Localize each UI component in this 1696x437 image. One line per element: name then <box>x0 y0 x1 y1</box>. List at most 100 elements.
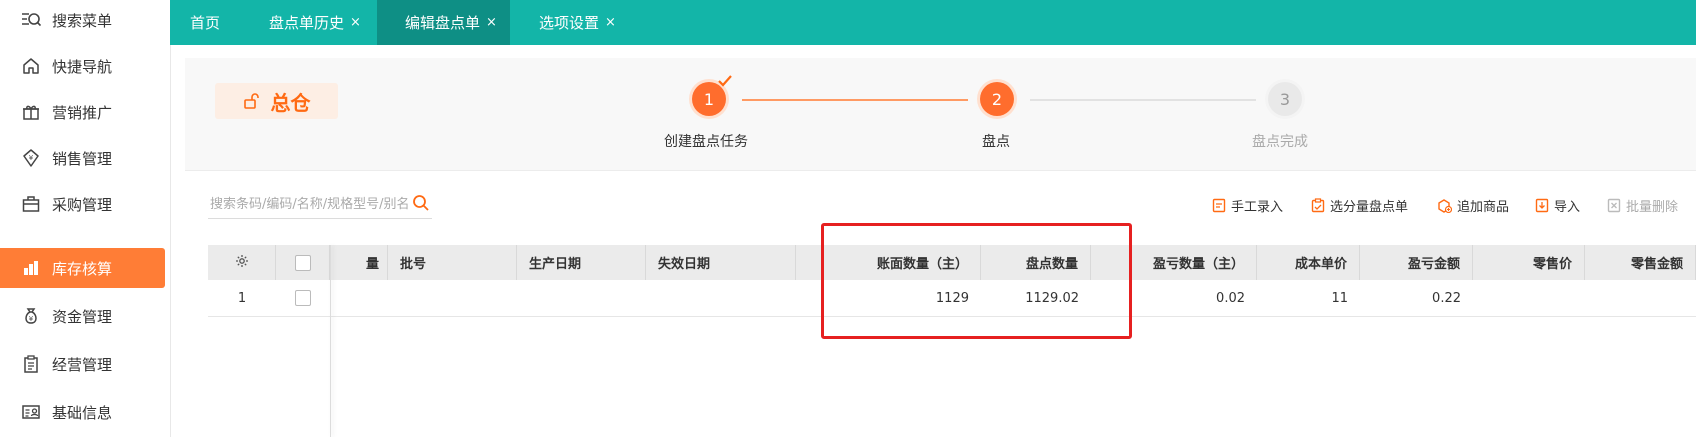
unlock-icon <box>243 92 261 110</box>
column-header-batch[interactable]: 批号 <box>388 245 517 280</box>
column-header: 量 <box>330 245 388 280</box>
sidebar-item-label: 销售管理 <box>52 149 113 168</box>
import-icon <box>1535 198 1549 213</box>
column-header-label: 生产日期 <box>529 257 582 272</box>
sidebar: 搜索菜单 快捷导航 营销推广 ¥ 销售管理 采购管理 库存核算 ¥ 资金管理 经… <box>0 0 171 437</box>
column-header-label: 批号 <box>400 257 427 272</box>
sidebar-item-label: 资金管理 <box>52 307 113 326</box>
clipboard-icon <box>20 353 42 375</box>
manual-entry-button[interactable]: 手工录入 <box>1212 196 1283 215</box>
row-index: 1 <box>237 290 247 306</box>
svg-text:¥: ¥ <box>29 315 34 323</box>
step-connector <box>1030 99 1256 101</box>
tab-home[interactable]: 首页 <box>190 0 220 45</box>
batch-delete-button[interactable]: 批量删除 <box>1607 196 1678 215</box>
tab-options[interactable]: 选项设置 × <box>539 0 616 45</box>
tab-history[interactable]: 盘点单历史 × <box>269 0 361 45</box>
search-input[interactable] <box>208 195 412 213</box>
warehouse-badge[interactable]: 总仓 <box>215 83 338 119</box>
search-icon[interactable] <box>412 194 430 216</box>
button-label: 追加商品 <box>1457 200 1510 215</box>
unit-cost-cell: 11 <box>1331 290 1348 306</box>
frozen-column-divider <box>330 245 331 437</box>
highlight-annotation-box <box>821 223 1132 339</box>
sales-icon: ¥ <box>20 147 42 169</box>
column-header-label: 盈亏数量（主） <box>1152 257 1244 272</box>
gift-icon <box>20 101 42 123</box>
sidebar-item-label: 库存核算 <box>52 259 113 278</box>
column-header-label: 零售价 <box>1532 257 1572 272</box>
column-header-label: 成本单价 <box>1294 257 1347 272</box>
select-batch-sheet-button[interactable]: 选分量盘点单 <box>1311 196 1408 215</box>
column-settings-header[interactable] <box>208 245 276 280</box>
close-icon[interactable]: × <box>486 15 497 30</box>
search-box <box>208 190 432 219</box>
tab-label: 选项设置 <box>539 14 600 32</box>
sidebar-item-purchase[interactable]: 采购管理 <box>0 184 170 224</box>
sidebar-item-label: 搜索菜单 <box>52 11 113 30</box>
sidebar-item-basic-info[interactable]: 基础信息 <box>0 392 170 432</box>
step-number: 2 <box>991 89 1003 109</box>
delete-icon <box>1607 198 1621 213</box>
tab-label: 首页 <box>190 14 221 32</box>
sidebar-item-label: 经营管理 <box>52 355 113 374</box>
sidebar-item-label: 采购管理 <box>52 195 113 214</box>
check-icon <box>717 74 733 92</box>
sidebar-item-label: 营销推广 <box>52 103 113 122</box>
tab-bar: 首页 盘点单历史 × 编辑盘点单 × 选项设置 × <box>170 0 1696 45</box>
column-header-difference-amount[interactable]: 盈亏金额 <box>1360 245 1473 280</box>
column-header-label: 盈亏金额 <box>1407 257 1460 272</box>
column-header-production-date[interactable]: 生产日期 <box>517 245 646 280</box>
add-box-icon <box>1437 198 1452 213</box>
close-icon[interactable]: × <box>350 15 361 30</box>
difference-amount-cell: 0.22 <box>1432 290 1461 306</box>
step-number: 3 <box>1279 89 1291 109</box>
column-header-expiry-date[interactable]: 失效日期 <box>646 245 796 280</box>
button-label: 导入 <box>1554 200 1581 215</box>
money-bag-icon: ¥ <box>20 305 42 327</box>
step-2-label: 盘点 <box>982 134 1010 150</box>
column-header-retail-amount[interactable]: 零售金额 <box>1585 245 1696 280</box>
sidebar-item-quick-nav[interactable]: 快捷导航 <box>0 46 170 86</box>
sidebar-item-funds[interactable]: ¥ 资金管理 <box>0 296 170 336</box>
column-header-label: 失效日期 <box>658 257 711 272</box>
sidebar-item-search-menu[interactable]: 搜索菜单 <box>0 0 170 40</box>
home-icon <box>20 55 42 77</box>
column-header-label: 零售金额 <box>1630 257 1683 272</box>
sidebar-item-sales[interactable]: ¥ 销售管理 <box>0 138 170 178</box>
button-label: 批量删除 <box>1626 200 1679 215</box>
search-menu-icon <box>20 9 42 31</box>
briefcase-icon <box>20 193 42 215</box>
column-header-retail-price[interactable]: 零售价 <box>1473 245 1585 280</box>
tab-label: 盘点单历史 <box>269 14 345 32</box>
sidebar-item-inventory[interactable]: 库存核算 <box>0 248 165 288</box>
sidebar-item-operations[interactable]: 经营管理 <box>0 344 170 384</box>
select-all-header <box>276 245 330 280</box>
button-label: 手工录入 <box>1231 200 1284 215</box>
close-icon[interactable]: × <box>605 15 616 30</box>
sidebar-item-label: 基础信息 <box>52 403 113 422</box>
clipboard-check-icon <box>1311 198 1325 213</box>
gear-icon[interactable] <box>235 254 249 272</box>
step-number: 1 <box>703 89 715 109</box>
tab-edit[interactable]: 编辑盘点单 × <box>377 0 510 45</box>
edit-doc-icon <box>1212 198 1226 213</box>
step-3-circle: 3 <box>1268 82 1302 116</box>
step-2-circle: 2 <box>980 82 1014 116</box>
step-connector <box>742 99 968 101</box>
column-header-unit-cost[interactable]: 成本单价 <box>1257 245 1360 280</box>
sidebar-item-marketing[interactable]: 营销推广 <box>0 92 170 132</box>
import-button[interactable]: 导入 <box>1535 196 1580 215</box>
step-1-label: 创建盘点任务 <box>664 134 748 150</box>
svg-text:¥: ¥ <box>29 154 34 162</box>
step-3-label: 盘点完成 <box>1252 134 1308 150</box>
warehouse-name: 总仓 <box>270 90 311 115</box>
sidebar-item-label: 快捷导航 <box>52 57 113 76</box>
id-card-icon <box>20 401 42 423</box>
select-all-checkbox[interactable] <box>294 254 311 271</box>
add-goods-button[interactable]: 追加商品 <box>1437 196 1509 215</box>
button-label: 选分量盘点单 <box>1330 200 1409 215</box>
row-checkbox[interactable] <box>295 290 311 306</box>
column-header-label: 量 <box>365 257 379 272</box>
tab-label: 编辑盘点单 <box>405 14 481 32</box>
